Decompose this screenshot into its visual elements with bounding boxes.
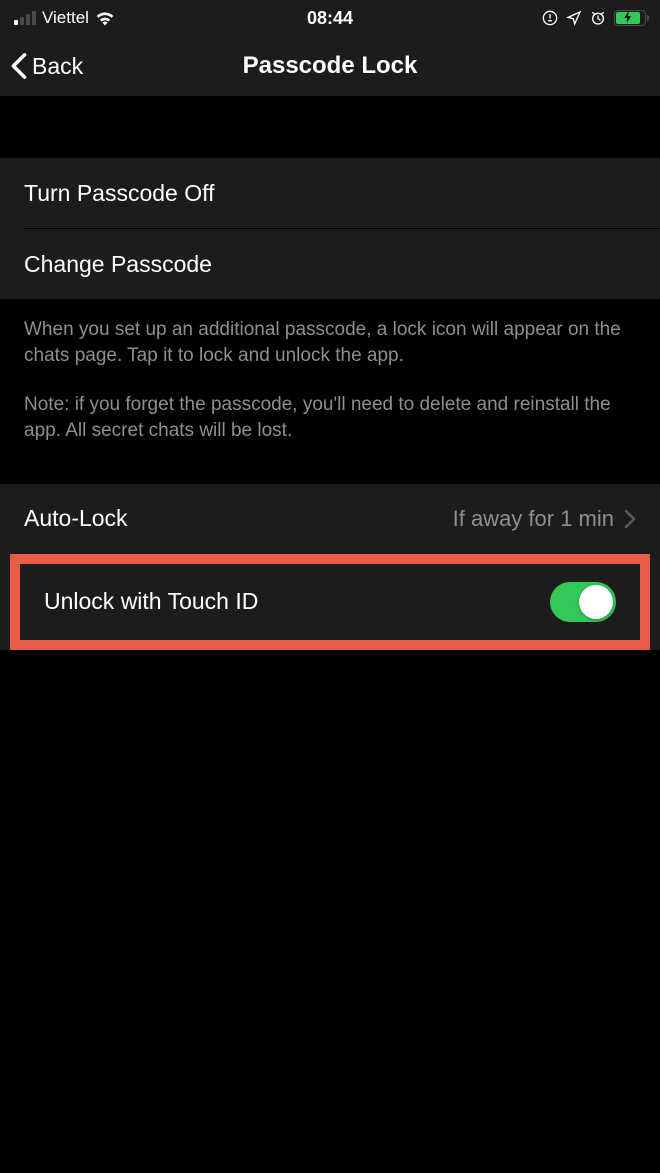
turn-passcode-off-button[interactable]: Turn Passcode Off (0, 158, 660, 228)
back-button[interactable]: Back (10, 52, 83, 80)
page-title: Passcode Lock (243, 52, 418, 80)
chevron-right-icon (624, 509, 636, 529)
spacer (0, 96, 660, 158)
location-icon (566, 10, 582, 26)
passcode-footer-text: When you set up an additional passcode, … (0, 299, 660, 484)
touch-id-label: Unlock with Touch ID (44, 588, 258, 615)
touch-id-toggle[interactable] (550, 582, 616, 622)
clock-label: 08:44 (307, 8, 353, 29)
toggle-knob (579, 585, 613, 619)
unlock-touch-id-row[interactable]: Unlock with Touch ID (20, 564, 640, 640)
chevron-left-icon (10, 52, 28, 80)
auto-lock-value-container: If away for 1 min (453, 506, 636, 532)
signal-strength-icon (14, 11, 36, 25)
orientation-lock-icon (542, 10, 558, 26)
lock-options-group: Auto-Lock If away for 1 min Unlock with … (0, 484, 660, 650)
battery-icon (614, 10, 646, 26)
passcode-actions-group: Turn Passcode Off Change Passcode (0, 158, 660, 299)
charging-bolt-icon (624, 11, 632, 26)
navigation-bar: Back Passcode Lock (0, 36, 660, 96)
carrier-label: Viettel (42, 8, 89, 28)
list-item-label: Turn Passcode Off (24, 180, 214, 207)
auto-lock-row[interactable]: Auto-Lock If away for 1 min (0, 484, 660, 554)
status-bar: Viettel 08:44 (0, 0, 660, 36)
alarm-icon (590, 10, 606, 26)
change-passcode-button[interactable]: Change Passcode (0, 229, 660, 299)
footer-paragraph: Note: if you forget the passcode, you'll… (24, 392, 636, 443)
auto-lock-value: If away for 1 min (453, 506, 614, 532)
highlight-annotation: Unlock with Touch ID (10, 554, 650, 650)
back-label: Back (32, 53, 83, 80)
footer-paragraph: When you set up an additional passcode, … (24, 317, 636, 368)
status-left: Viettel (14, 8, 115, 28)
auto-lock-label: Auto-Lock (24, 505, 128, 532)
status-right (542, 10, 646, 26)
wifi-icon (95, 10, 115, 26)
list-item-label: Change Passcode (24, 251, 212, 278)
